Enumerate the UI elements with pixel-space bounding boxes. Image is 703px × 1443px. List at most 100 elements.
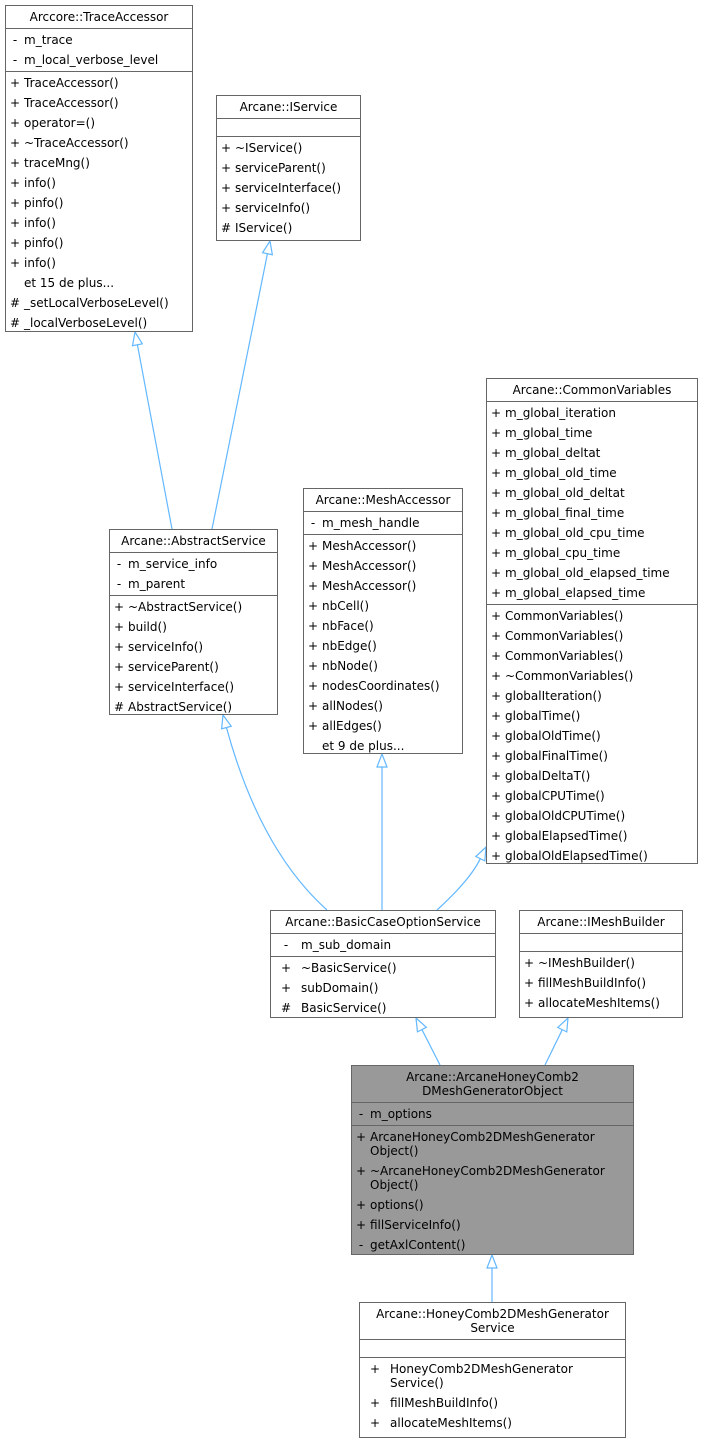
method-row[interactable]: # _setLocalVerboseLevel() xyxy=(6,293,192,313)
method-row[interactable]: + serviceInfo() xyxy=(110,637,277,657)
attribute-row[interactable]: + m_global_old_deltat xyxy=(487,483,697,503)
attribute-row[interactable]: + m_global_time xyxy=(487,423,697,443)
visibility-marker xyxy=(6,276,24,290)
method-row[interactable]: + ~IMeshBuilder() xyxy=(520,953,682,973)
method-row[interactable]: + globalOldElapsedTime() xyxy=(487,846,697,866)
method-row[interactable]: + globalCPUTime() xyxy=(487,786,697,806)
method-row[interactable]: + serviceParent() xyxy=(110,657,277,677)
class-node-abstract[interactable]: Arcane::AbstractService - m_service_info - m… xyxy=(109,529,278,715)
method-row[interactable]: # AbstractService() xyxy=(110,697,277,717)
method-row[interactable]: + allocateMeshItems() xyxy=(360,1413,625,1433)
method-row[interactable]: + serviceInterface() xyxy=(217,178,360,198)
method-row[interactable]: + ~AbstractService() xyxy=(110,597,277,617)
method-row[interactable]: + build() xyxy=(110,617,277,637)
method-row[interactable]: + MeshAccessor() xyxy=(304,536,462,556)
method-row[interactable]: + globalElapsedTime() xyxy=(487,826,697,846)
attribute-row[interactable]: - m_trace xyxy=(6,30,192,50)
member-name: HoneyComb2DMeshGenerator Service() xyxy=(390,1362,573,1390)
method-row[interactable]: + globalDeltaT() xyxy=(487,766,697,786)
method-row[interactable]: + ~IService() xyxy=(217,138,360,158)
method-row[interactable]: - getAxlContent() xyxy=(352,1235,633,1255)
method-row[interactable]: + nbCell() xyxy=(304,596,462,616)
method-row[interactable]: + CommonVariables() xyxy=(487,626,697,646)
method-row[interactable]: + TraceAccessor() xyxy=(6,93,192,113)
class-node-mesh[interactable]: Arcane::MeshAccessor - m_mesh_handle + MeshA… xyxy=(303,488,463,754)
method-row[interactable]: + CommonVariables() xyxy=(487,646,697,666)
method-row[interactable]: + nodesCoordinates() xyxy=(304,676,462,696)
method-row[interactable]: + operator=() xyxy=(6,113,192,133)
method-row[interactable]: + allEdges() xyxy=(304,716,462,736)
method-row[interactable]: + TraceAccessor() xyxy=(6,73,192,93)
attribute-row[interactable]: - m_service_info xyxy=(110,554,277,574)
method-row[interactable]: + ~ArcaneHoneyComb2DMeshGenerator Object(… xyxy=(352,1161,633,1195)
class-node-service[interactable]: Arcane::HoneyComb2DMeshGenerator Service… xyxy=(359,1302,626,1438)
method-row[interactable]: + serviceInfo() xyxy=(217,198,360,218)
visibility-marker: + xyxy=(490,486,502,500)
attribute-row[interactable]: - m_mesh_handle xyxy=(304,513,462,533)
member-name: MeshAccessor() xyxy=(322,539,417,553)
attribute-row[interactable]: - m_options xyxy=(352,1104,633,1124)
method-row[interactable]: + options() xyxy=(352,1195,633,1215)
class-node-iservice[interactable]: Arcane::IService + ~IService() + servicePare… xyxy=(216,95,361,241)
method-row[interactable]: + CommonVariables() xyxy=(487,606,697,626)
method-row[interactable]: + MeshAccessor() xyxy=(304,556,462,576)
method-row[interactable]: + pinfo() xyxy=(6,233,192,253)
method-row[interactable]: + allocateMeshItems() xyxy=(520,993,682,1013)
class-node-common[interactable]: Arcane::CommonVariables + m_global_iterati… xyxy=(486,378,698,864)
attribute-row[interactable]: - m_parent xyxy=(110,574,277,594)
attribute-row[interactable]: + m_global_cpu_time xyxy=(487,543,697,563)
method-row[interactable]: + nbFace() xyxy=(304,616,462,636)
method-row[interactable]: + info() xyxy=(6,213,192,233)
method-row[interactable]: # _localVerboseLevel() xyxy=(6,313,192,333)
method-row[interactable]: + serviceParent() xyxy=(217,158,360,178)
attribute-row[interactable]: + m_global_iteration xyxy=(487,403,697,423)
method-row[interactable]: # IService() xyxy=(217,218,360,238)
class-title: Arcane::IMeshBuilder xyxy=(520,911,682,934)
class-node-object[interactable]: Arcane::ArcaneHoneyComb2 DMeshGeneratorO… xyxy=(351,1065,634,1255)
method-row[interactable]: + allNodes() xyxy=(304,696,462,716)
attribute-row[interactable]: + m_global_final_time xyxy=(487,503,697,523)
method-row[interactable]: + pinfo() xyxy=(6,193,192,213)
method-row[interactable]: + subDomain() xyxy=(271,978,495,998)
attribute-row[interactable]: - m_local_verbose_level xyxy=(6,50,192,70)
attribute-row[interactable]: + m_global_old_time xyxy=(487,463,697,483)
method-row[interactable]: + ~BasicService() xyxy=(271,958,495,978)
method-row[interactable]: + fillServiceInfo() xyxy=(352,1215,633,1235)
method-row[interactable]: # BasicService() xyxy=(271,998,495,1018)
member-name: ArcaneHoneyComb2DMeshGenerator Object() xyxy=(370,1130,595,1158)
member-name: m_parent xyxy=(128,577,186,591)
method-row[interactable]: + serviceInterface() xyxy=(110,677,277,697)
method-row[interactable]: + info() xyxy=(6,253,192,273)
visibility-marker: + xyxy=(490,769,502,783)
attribute-row[interactable]: + m_global_old_elapsed_time xyxy=(487,563,697,583)
method-row[interactable]: + nbNode() xyxy=(304,656,462,676)
method-row[interactable]: + HoneyComb2DMeshGenerator Service() xyxy=(360,1359,625,1393)
method-row[interactable]: et 9 de plus... xyxy=(304,736,462,756)
method-row[interactable]: + globalOldTime() xyxy=(487,726,697,746)
method-row[interactable]: + fillMeshBuildInfo() xyxy=(520,973,682,993)
method-row[interactable]: + info() xyxy=(6,173,192,193)
attribute-row[interactable]: + m_global_old_cpu_time xyxy=(487,523,697,543)
method-row[interactable]: + globalTime() xyxy=(487,706,697,726)
member-name: CommonVariables() xyxy=(505,609,624,623)
method-row[interactable]: + traceMng() xyxy=(6,153,192,173)
class-node-imesh[interactable]: Arcane::IMeshBuilder+ ~IMeshBuilder() + fil… xyxy=(519,910,683,1018)
method-row[interactable]: + fillMeshBuildInfo() xyxy=(360,1393,625,1413)
attribute-row[interactable]: - m_sub_domain xyxy=(271,935,495,955)
method-row[interactable]: + ArcaneHoneyComb2DMeshGenerator Object() xyxy=(352,1127,633,1161)
attribute-row[interactable]: + m_global_elapsed_time xyxy=(487,583,697,603)
class-node-trace[interactable]: Arccore::TraceAccessor - m_trace - m_local_v… xyxy=(5,5,193,332)
method-row[interactable]: + MeshAccessor() xyxy=(304,576,462,596)
class-node-basic[interactable]: Arcane::BasicCaseOptionService - m_sub_dom… xyxy=(270,910,496,1018)
member-name: serviceInfo() xyxy=(128,640,204,654)
method-row[interactable]: + nbEdge() xyxy=(304,636,462,656)
method-row[interactable]: + ~CommonVariables() xyxy=(487,666,697,686)
method-row[interactable]: + globalOldCPUTime() xyxy=(487,806,697,826)
member-name: serviceInfo() xyxy=(235,201,311,215)
visibility-marker: + xyxy=(369,1362,381,1376)
attribute-row[interactable]: + m_global_deltat xyxy=(487,443,697,463)
method-row[interactable]: + globalFinalTime() xyxy=(487,746,697,766)
method-row[interactable]: + ~TraceAccessor() xyxy=(6,133,192,153)
method-row[interactable]: et 15 de plus... xyxy=(6,273,192,293)
method-row[interactable]: + globalIteration() xyxy=(487,686,697,706)
